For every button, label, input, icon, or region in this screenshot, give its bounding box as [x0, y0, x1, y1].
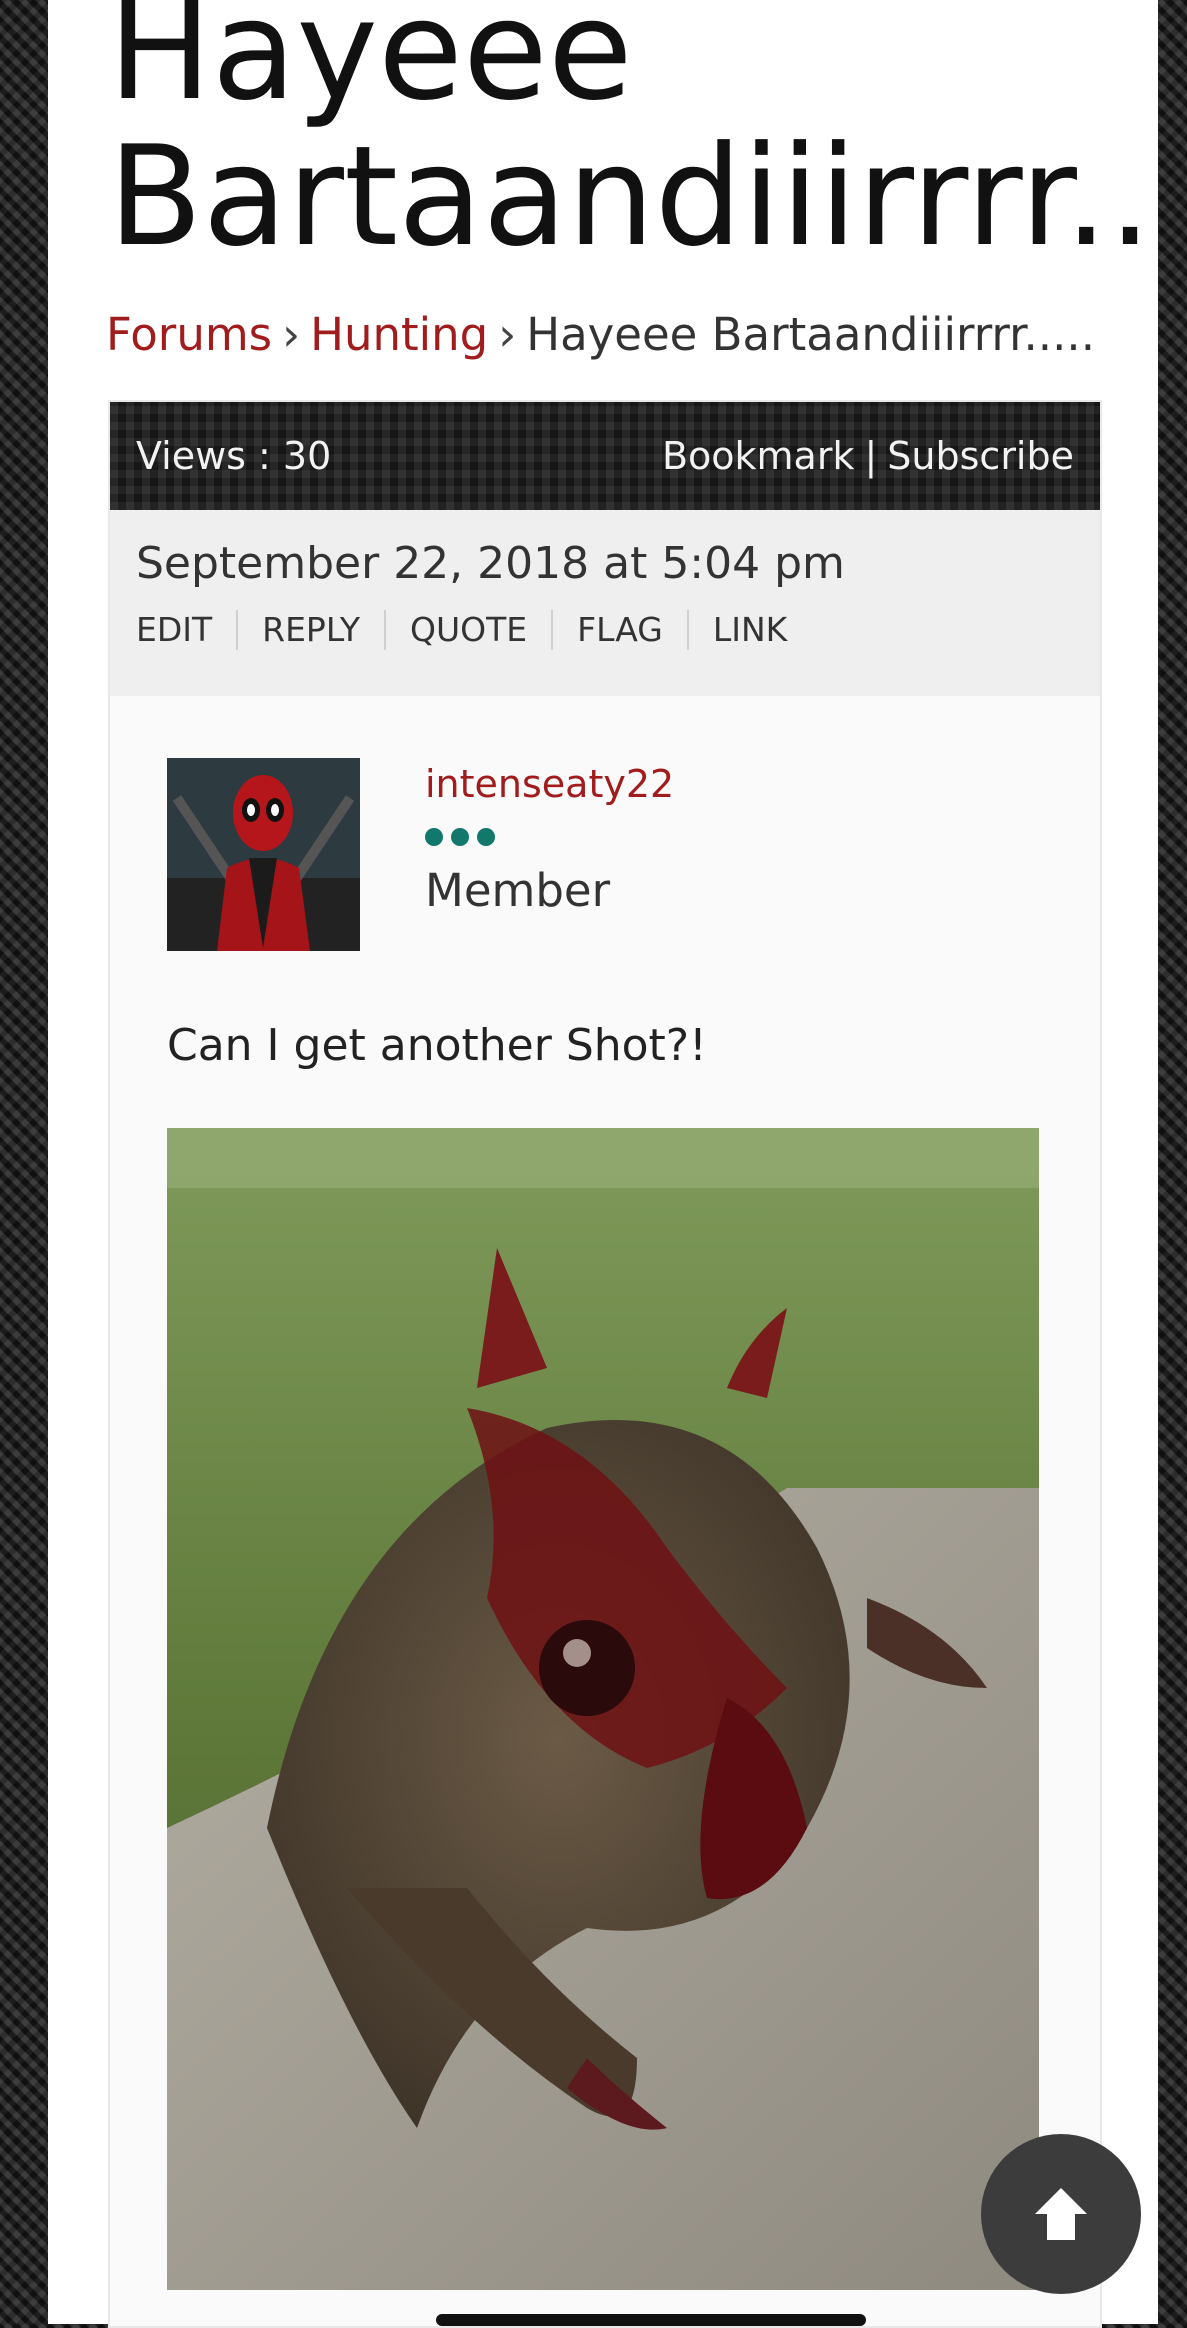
squirrel-photo: [167, 1128, 1039, 2290]
quote-link[interactable]: QUOTE: [384, 610, 551, 650]
rank-dot: [425, 828, 443, 846]
post-photo[interactable]: [167, 1128, 1039, 2290]
breadcrumb-current: Hayeee Bartaandiiirrrr.....: [526, 308, 1096, 361]
flag-link[interactable]: FLAG: [551, 610, 687, 650]
breadcrumb-separator: ›: [498, 308, 517, 361]
author-username[interactable]: intenseaty22: [425, 762, 674, 806]
breadcrumb-forums-link[interactable]: Forums: [106, 308, 272, 361]
post-text: Can I get another Shot?!: [167, 1020, 707, 1071]
breadcrumb-hunting-link[interactable]: Hunting: [310, 308, 488, 361]
author-role: Member: [425, 864, 611, 917]
home-indicator: [436, 2314, 866, 2326]
topic-actions: Bookmark | Subscribe: [662, 434, 1074, 478]
permalink-link[interactable]: LINK: [686, 610, 811, 650]
bookmark-link[interactable]: Bookmark: [662, 434, 855, 478]
reply-link[interactable]: REPLY: [236, 610, 384, 650]
page-title-line-2: Bartaandiiirrrr.....: [108, 116, 1158, 270]
rank-dot: [477, 828, 495, 846]
breadcrumb: Forums › Hunting › Hayeee Bartaandiiirrrr...…: [106, 305, 1095, 365]
topic-toolbar: Views : 30 Bookmark | Subscribe: [110, 402, 1100, 510]
post-date: September 22, 2018 at 5:04 pm: [136, 538, 845, 589]
breadcrumb-separator: ›: [282, 308, 301, 361]
avatar[interactable]: [167, 758, 360, 951]
post-header: September 22, 2018 at 5:04 pm EDIT REPLY…: [110, 510, 1100, 696]
forum-post: Views : 30 Bookmark | Subscribe September …: [108, 400, 1102, 2328]
avatar-image: [167, 758, 360, 951]
arrow-up-icon: [1035, 2188, 1087, 2240]
post-author: intenseaty22 Member: [167, 758, 674, 951]
subscribe-link[interactable]: Subscribe: [887, 434, 1074, 478]
page-container: Hayeee Bartaandiiirrrr..... Forums›Hunti…: [48, 0, 1158, 2328]
page-title: Hayeee Bartaandiiirrrr.....: [108, 0, 1158, 270]
edit-link[interactable]: EDIT: [136, 610, 236, 650]
author-info: intenseaty22 Member: [425, 758, 674, 951]
action-divider: |: [864, 434, 878, 478]
scroll-to-top-button[interactable]: [981, 2134, 1141, 2294]
rank-dot: [451, 828, 469, 846]
rank-dots: [425, 828, 674, 846]
views-count: Views : 30: [136, 434, 332, 478]
page-title-line-1: Hayeee: [108, 0, 633, 131]
post-admin-links: EDIT REPLY QUOTE FLAG LINK: [136, 610, 1074, 650]
